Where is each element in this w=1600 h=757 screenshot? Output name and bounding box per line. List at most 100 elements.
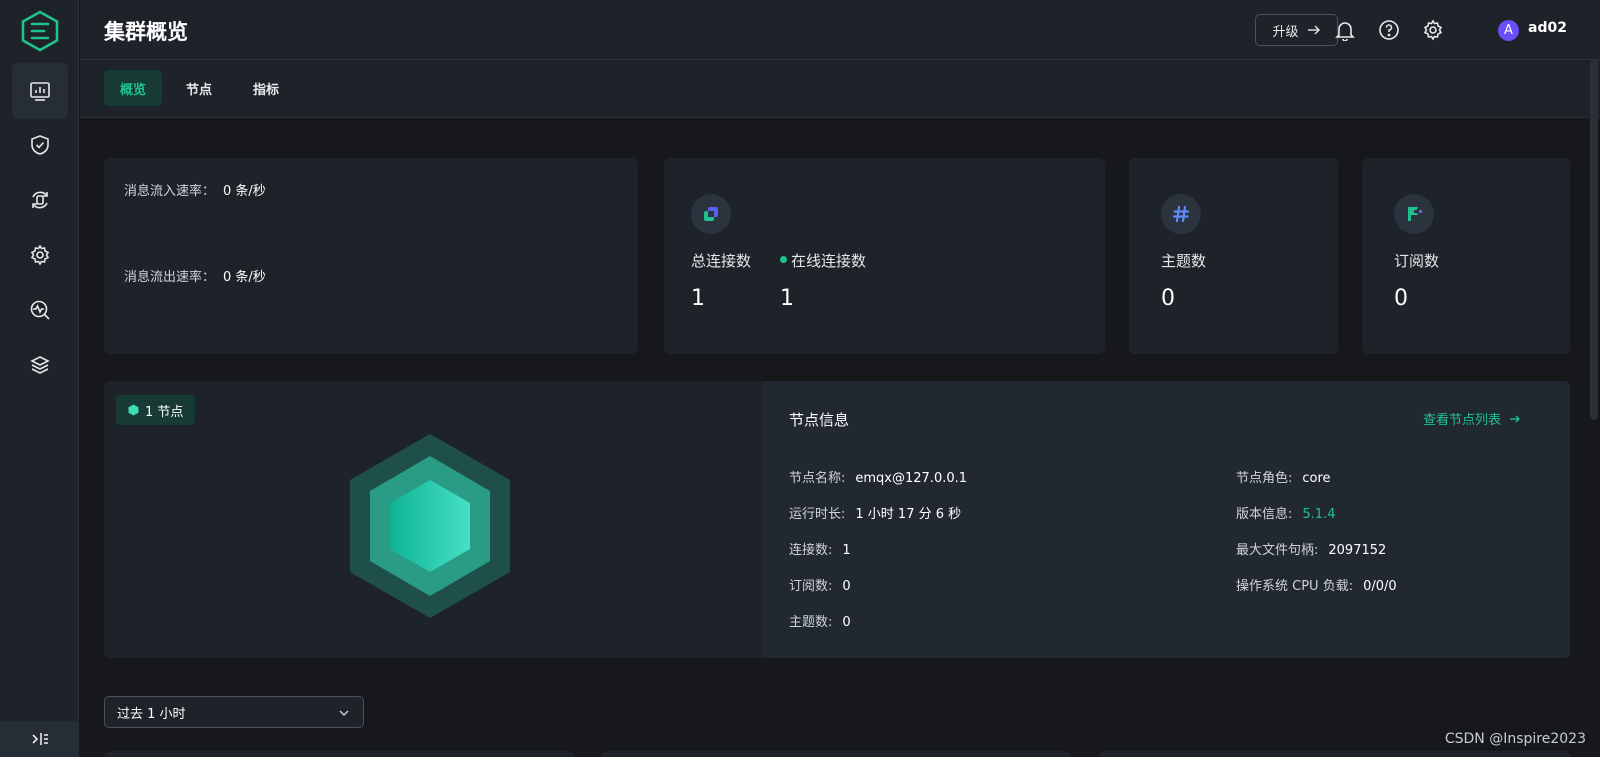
tab-metrics[interactable]: 指标	[237, 70, 295, 106]
tab-nodes[interactable]: 节点	[170, 70, 228, 106]
gear-settings-icon	[30, 244, 50, 266]
max-fds-label: 最大文件句柄:	[1236, 543, 1319, 558]
shield-check-icon	[31, 135, 49, 155]
view-node-list-label: 查看节点列表	[1423, 413, 1502, 428]
node-name-value: emqx@127.0.0.1	[855, 471, 968, 486]
node-role-row: 节点角色: core	[1236, 467, 1331, 486]
topics-stat-icon	[1161, 194, 1201, 234]
max-fds-value: 2097152	[1328, 543, 1387, 558]
nav-dashboard[interactable]	[12, 63, 68, 119]
connections-card: 总连接数 在线连接数 1 1	[664, 158, 1105, 354]
message-out-rate: 消息流出速率： 0 条/秒	[124, 266, 266, 285]
message-out-rate-label: 消息流出速率：	[124, 270, 216, 285]
chevron-down-icon	[339, 710, 349, 717]
subscriptions-label: 订阅数	[1394, 252, 1440, 270]
nav-management[interactable]	[12, 227, 68, 283]
metric-card-3	[1099, 751, 1570, 757]
time-range-select[interactable]: 过去 1 小时	[104, 696, 364, 728]
subscriptions-stat-icon	[1394, 194, 1434, 234]
node-connections-label: 连接数:	[789, 543, 833, 558]
node-info-title: 节点信息	[789, 411, 850, 429]
data-sync-icon	[32, 191, 48, 209]
uptime-value: 1 小时 17 分 6 秒	[855, 507, 962, 522]
node-subscriptions-value: 0	[842, 579, 851, 594]
message-in-rate: 消息流入速率： 0 条/秒	[124, 180, 266, 199]
arrow-right-icon	[1510, 415, 1521, 423]
time-range-value: 过去 1 小时	[117, 706, 186, 722]
user-avatar[interactable]: A	[1498, 20, 1519, 41]
nav-extensions[interactable]	[12, 337, 68, 393]
cpu-load-label: 操作系统 CPU 负载:	[1236, 579, 1354, 594]
message-in-rate-value: 0 条/秒	[223, 184, 266, 199]
nav-access-control[interactable]	[12, 117, 68, 173]
emqx-logo-icon[interactable]	[20, 10, 60, 52]
max-fds-row: 最大文件句柄: 2097152	[1236, 539, 1386, 558]
upgrade-button[interactable]: 升级	[1255, 14, 1338, 46]
node-subscriptions-label: 订阅数:	[789, 579, 833, 594]
node-subscriptions-row: 订阅数: 0	[789, 575, 851, 594]
tab-overview[interactable]: 概览	[104, 70, 163, 106]
help-question-icon[interactable]	[1378, 19, 1400, 41]
top-header: 集群概览 升级 A ad02	[80, 0, 1600, 60]
nav-diagnose[interactable]	[12, 282, 68, 338]
cpu-load-value: 0/0/0	[1363, 579, 1397, 594]
total-connections-label: 总连接数	[691, 252, 752, 270]
version-row: 版本信息: 5.1.4	[1236, 503, 1335, 522]
layers-icon	[30, 356, 50, 374]
node-topics-row: 主题数: 0	[789, 611, 851, 630]
subscriptions-value: 0	[1394, 286, 1408, 311]
node-role-label: 节点角色:	[1236, 471, 1293, 486]
total-connections-value: 1	[691, 286, 705, 311]
node-role-value: core	[1302, 471, 1331, 486]
flag-subscribe-icon	[1408, 207, 1422, 221]
arrow-right-icon	[1307, 25, 1320, 35]
settings-gear-icon[interactable]	[1422, 19, 1444, 41]
tab-bar: 概览 节点 指标	[80, 60, 1600, 118]
message-rate-card: 消息流入速率： 0 条/秒 消息流出速率： 0 条/秒	[104, 158, 638, 354]
node-topics-label: 主题数:	[789, 615, 833, 630]
hashtag-icon	[1172, 205, 1190, 223]
sidebar-collapse-button[interactable]	[0, 721, 79, 757]
dashboard-chart-icon	[30, 82, 50, 101]
node-panel: 1 节点 节点信息 查看节点列表 节点名称: emqx@127.0.0.1 运行时…	[104, 381, 1570, 658]
node-count-badge: 1 节点	[116, 395, 196, 425]
topics-label: 主题数	[1161, 252, 1207, 270]
metric-card-1	[104, 751, 574, 757]
node-name-row: 节点名称: emqx@127.0.0.1	[789, 467, 967, 486]
version-label: 版本信息:	[1236, 507, 1293, 522]
uptime-label: 运行时长:	[789, 507, 846, 522]
nav-integration[interactable]	[12, 172, 68, 228]
topics-card: 主题数 0	[1129, 158, 1338, 354]
collapse-menu-icon	[31, 733, 48, 745]
node-info-panel: 节点信息 查看节点列表 节点名称: emqx@127.0.0.1 运行时长: 1 小…	[763, 381, 1570, 658]
online-connections-label-wrap: 在线连接数	[780, 250, 866, 271]
hexagon-icon	[128, 404, 139, 416]
view-node-list-link[interactable]: 查看节点列表	[1423, 409, 1521, 428]
page-title: 集群概览	[104, 20, 188, 44]
cpu-load-row: 操作系统 CPU 负载: 0/0/0	[1236, 575, 1397, 594]
message-out-rate-value: 0 条/秒	[223, 270, 266, 285]
username[interactable]: ad02	[1528, 20, 1567, 36]
csdn-watermark: CSDN @Inspire2023	[1444, 731, 1586, 747]
upgrade-label: 升级	[1272, 23, 1299, 39]
topics-value: 0	[1161, 286, 1175, 311]
online-connections-value: 1	[780, 286, 794, 311]
sidebar	[0, 0, 79, 757]
connection-squares-icon	[704, 207, 718, 221]
node-topology: 1 节点	[104, 381, 763, 658]
connections-stat-icon	[691, 194, 731, 234]
node-connections-row: 连接数: 1	[789, 539, 851, 558]
online-connections-label: 在线连接数	[791, 252, 867, 270]
online-status-dot	[780, 256, 787, 263]
bell-icon[interactable]	[1334, 19, 1356, 41]
node-hexagon-graphic[interactable]	[349, 433, 511, 619]
subscriptions-card: 订阅数 0	[1362, 158, 1570, 354]
monitor-search-icon	[30, 300, 50, 320]
message-in-rate-label: 消息流入速率：	[124, 184, 216, 199]
node-count-label: 1 节点	[145, 404, 184, 420]
node-connections-value: 1	[842, 543, 851, 558]
uptime-row: 运行时长: 1 小时 17 分 6 秒	[789, 503, 961, 522]
version-value: 5.1.4	[1302, 507, 1336, 522]
page-scrollbar[interactable]	[1590, 60, 1598, 420]
metric-card-2	[601, 751, 1071, 757]
